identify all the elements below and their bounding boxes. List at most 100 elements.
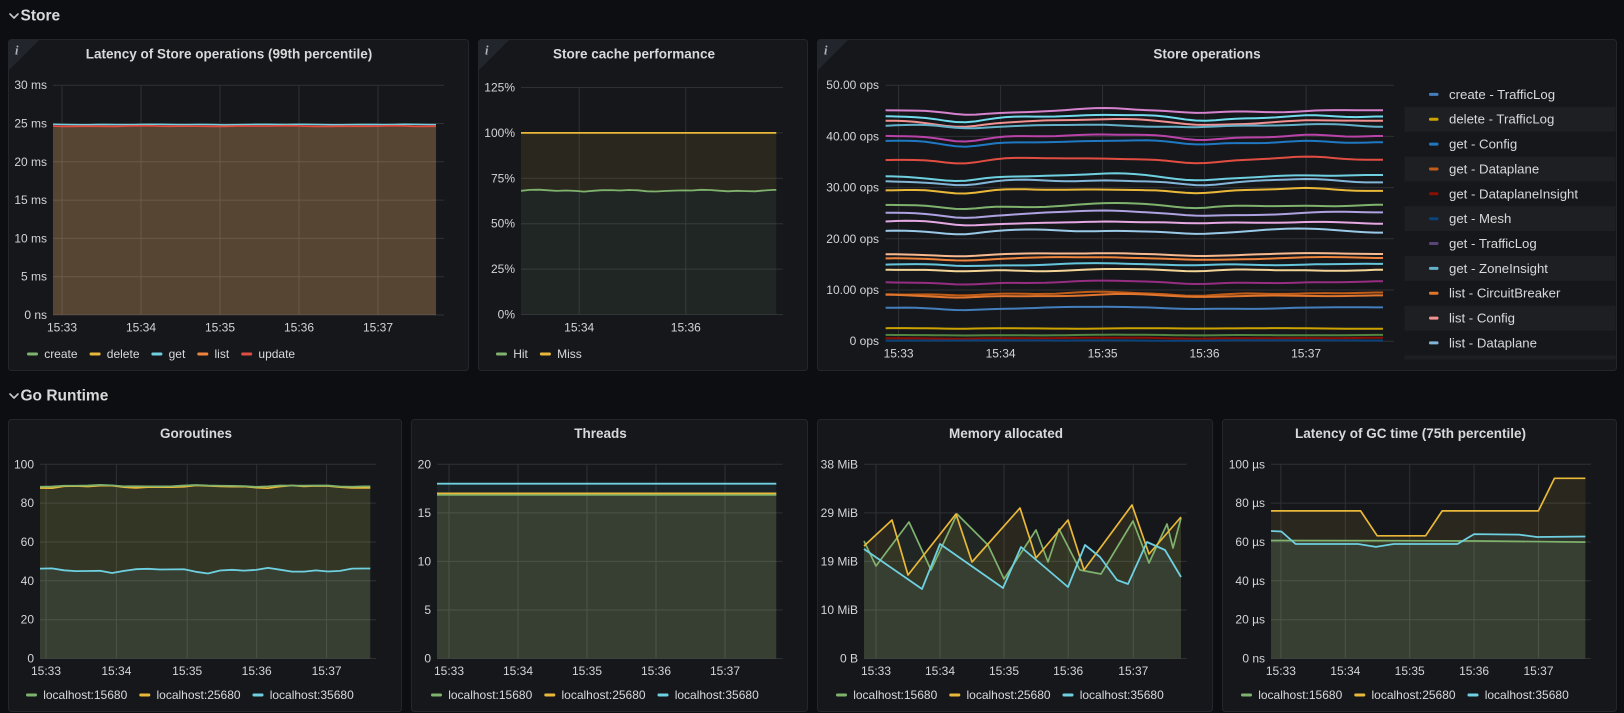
- svg-text:25 ms: 25 ms: [14, 117, 47, 131]
- svg-text:Goroutines: Goroutines: [160, 426, 232, 441]
- svg-text:i: i: [824, 44, 828, 58]
- svg-text:15:37: 15:37: [363, 321, 393, 335]
- svg-text:localhost:35680: localhost:35680: [1080, 688, 1164, 702]
- svg-text:get - Config: get - Config: [1449, 137, 1517, 152]
- svg-text:15:37: 15:37: [312, 664, 342, 678]
- svg-text:40 µs: 40 µs: [1235, 574, 1265, 588]
- svg-text:localhost:15680: localhost:15680: [448, 688, 532, 702]
- svg-text:Store operations: Store operations: [1153, 47, 1260, 62]
- svg-text:15:37: 15:37: [1118, 664, 1148, 678]
- svg-text:80 µs: 80 µs: [1235, 496, 1265, 510]
- svg-text:100: 100: [14, 457, 34, 471]
- svg-text:80: 80: [21, 496, 35, 510]
- svg-text:Miss: Miss: [557, 347, 582, 361]
- svg-text:0 B: 0 B: [840, 652, 858, 666]
- svg-text:list: list: [215, 347, 230, 361]
- svg-text:15:36: 15:36: [1053, 664, 1083, 678]
- svg-text:create: create: [44, 347, 78, 361]
- svg-text:create - TrafficLog: create - TrafficLog: [1449, 87, 1555, 102]
- svg-text:15 ms: 15 ms: [14, 193, 47, 207]
- svg-text:40.00 ops: 40.00 ops: [826, 129, 879, 143]
- svg-text:localhost:25680: localhost:25680: [1372, 688, 1456, 702]
- svg-text:125%: 125%: [484, 81, 515, 95]
- svg-text:15:35: 15:35: [989, 664, 1019, 678]
- svg-text:list - CircuitBreaker: list - CircuitBreaker: [1449, 286, 1561, 301]
- svg-text:localhost:15680: localhost:15680: [1258, 688, 1342, 702]
- svg-text:15:36: 15:36: [641, 664, 671, 678]
- svg-text:15:35: 15:35: [172, 664, 202, 678]
- svg-text:20.00 ops: 20.00 ops: [826, 232, 879, 246]
- svg-text:5: 5: [424, 603, 431, 617]
- svg-text:get - Mesh: get - Mesh: [1449, 211, 1511, 226]
- svg-text:15:36: 15:36: [1189, 347, 1219, 361]
- svg-text:50.00 ops: 50.00 ops: [826, 78, 879, 92]
- svg-text:15:34: 15:34: [126, 321, 156, 335]
- svg-text:0 ns: 0 ns: [1242, 652, 1265, 666]
- svg-text:i: i: [485, 44, 489, 58]
- svg-text:15:33: 15:33: [31, 664, 61, 678]
- svg-text:15:34: 15:34: [1330, 664, 1360, 678]
- svg-text:15:33: 15:33: [861, 664, 891, 678]
- svg-text:15:34: 15:34: [564, 321, 594, 335]
- svg-text:localhost:25680: localhost:25680: [967, 688, 1051, 702]
- svg-text:20: 20: [418, 457, 432, 471]
- svg-text:delete - TrafficLog: delete - TrafficLog: [1449, 112, 1554, 127]
- svg-text:Latency of GC time (75th perce: Latency of GC time (75th percentile): [1295, 426, 1526, 441]
- svg-text:15:35: 15:35: [1395, 664, 1425, 678]
- svg-text:15:36: 15:36: [671, 321, 701, 335]
- svg-text:15:35: 15:35: [572, 664, 602, 678]
- svg-text:10.00 ops: 10.00 ops: [826, 283, 879, 297]
- svg-text:list - Config: list - Config: [1449, 311, 1515, 326]
- svg-text:15: 15: [418, 506, 432, 520]
- svg-text:Go Runtime: Go Runtime: [21, 388, 109, 405]
- svg-text:i: i: [15, 44, 19, 58]
- svg-text:20 ms: 20 ms: [14, 155, 47, 169]
- svg-text:get - Dataplane: get - Dataplane: [1449, 162, 1539, 177]
- svg-text:localhost:35680: localhost:35680: [675, 688, 759, 702]
- svg-text:10 MiB: 10 MiB: [821, 603, 858, 617]
- svg-text:100 µs: 100 µs: [1229, 457, 1265, 471]
- svg-text:localhost:15680: localhost:15680: [853, 688, 937, 702]
- svg-text:delete: delete: [107, 347, 140, 361]
- svg-text:0 ops: 0 ops: [850, 334, 879, 348]
- svg-text:25%: 25%: [491, 262, 515, 276]
- svg-text:0: 0: [424, 652, 431, 666]
- svg-text:19 MiB: 19 MiB: [821, 554, 858, 568]
- svg-text:100%: 100%: [484, 126, 515, 140]
- svg-text:15:37: 15:37: [1523, 664, 1553, 678]
- svg-text:38 MiB: 38 MiB: [821, 457, 858, 471]
- svg-text:15:37: 15:37: [710, 664, 740, 678]
- svg-text:20: 20: [21, 613, 35, 627]
- svg-text:10: 10: [418, 554, 432, 568]
- svg-text:60 µs: 60 µs: [1235, 535, 1265, 549]
- svg-text:15:33: 15:33: [884, 347, 914, 361]
- svg-text:20 µs: 20 µs: [1235, 613, 1265, 627]
- svg-text:15:34: 15:34: [986, 347, 1016, 361]
- svg-text:60: 60: [21, 535, 35, 549]
- svg-text:Latency of Store operations (9: Latency of Store operations (99th percen…: [86, 47, 373, 62]
- svg-text:15:36: 15:36: [1459, 664, 1489, 678]
- svg-text:10 ms: 10 ms: [14, 231, 47, 245]
- svg-text:localhost:25680: localhost:25680: [562, 688, 646, 702]
- svg-text:localhost:25680: localhost:25680: [157, 688, 241, 702]
- svg-text:15:34: 15:34: [503, 664, 533, 678]
- svg-text:0 ns: 0 ns: [24, 308, 47, 322]
- svg-text:30.00 ops: 30.00 ops: [826, 181, 879, 195]
- svg-text:get - TrafficLog: get - TrafficLog: [1449, 236, 1537, 251]
- svg-text:75%: 75%: [491, 171, 515, 185]
- svg-text:15:33: 15:33: [434, 664, 464, 678]
- svg-text:localhost:35680: localhost:35680: [1485, 688, 1569, 702]
- svg-text:15:36: 15:36: [242, 664, 272, 678]
- svg-text:15:37: 15:37: [1291, 347, 1321, 361]
- svg-text:50%: 50%: [491, 217, 515, 231]
- svg-text:30 ms: 30 ms: [14, 78, 47, 92]
- svg-text:Hit: Hit: [513, 347, 528, 361]
- svg-text:get - DataplaneInsight: get - DataplaneInsight: [1449, 186, 1578, 201]
- svg-text:15:36: 15:36: [284, 321, 314, 335]
- svg-text:15:34: 15:34: [925, 664, 955, 678]
- svg-text:15:35: 15:35: [205, 321, 235, 335]
- svg-text:list - Dataplane: list - Dataplane: [1449, 335, 1537, 350]
- svg-text:update: update: [258, 347, 295, 361]
- svg-text:Store cache performance: Store cache performance: [553, 47, 716, 62]
- svg-text:15:35: 15:35: [1088, 347, 1118, 361]
